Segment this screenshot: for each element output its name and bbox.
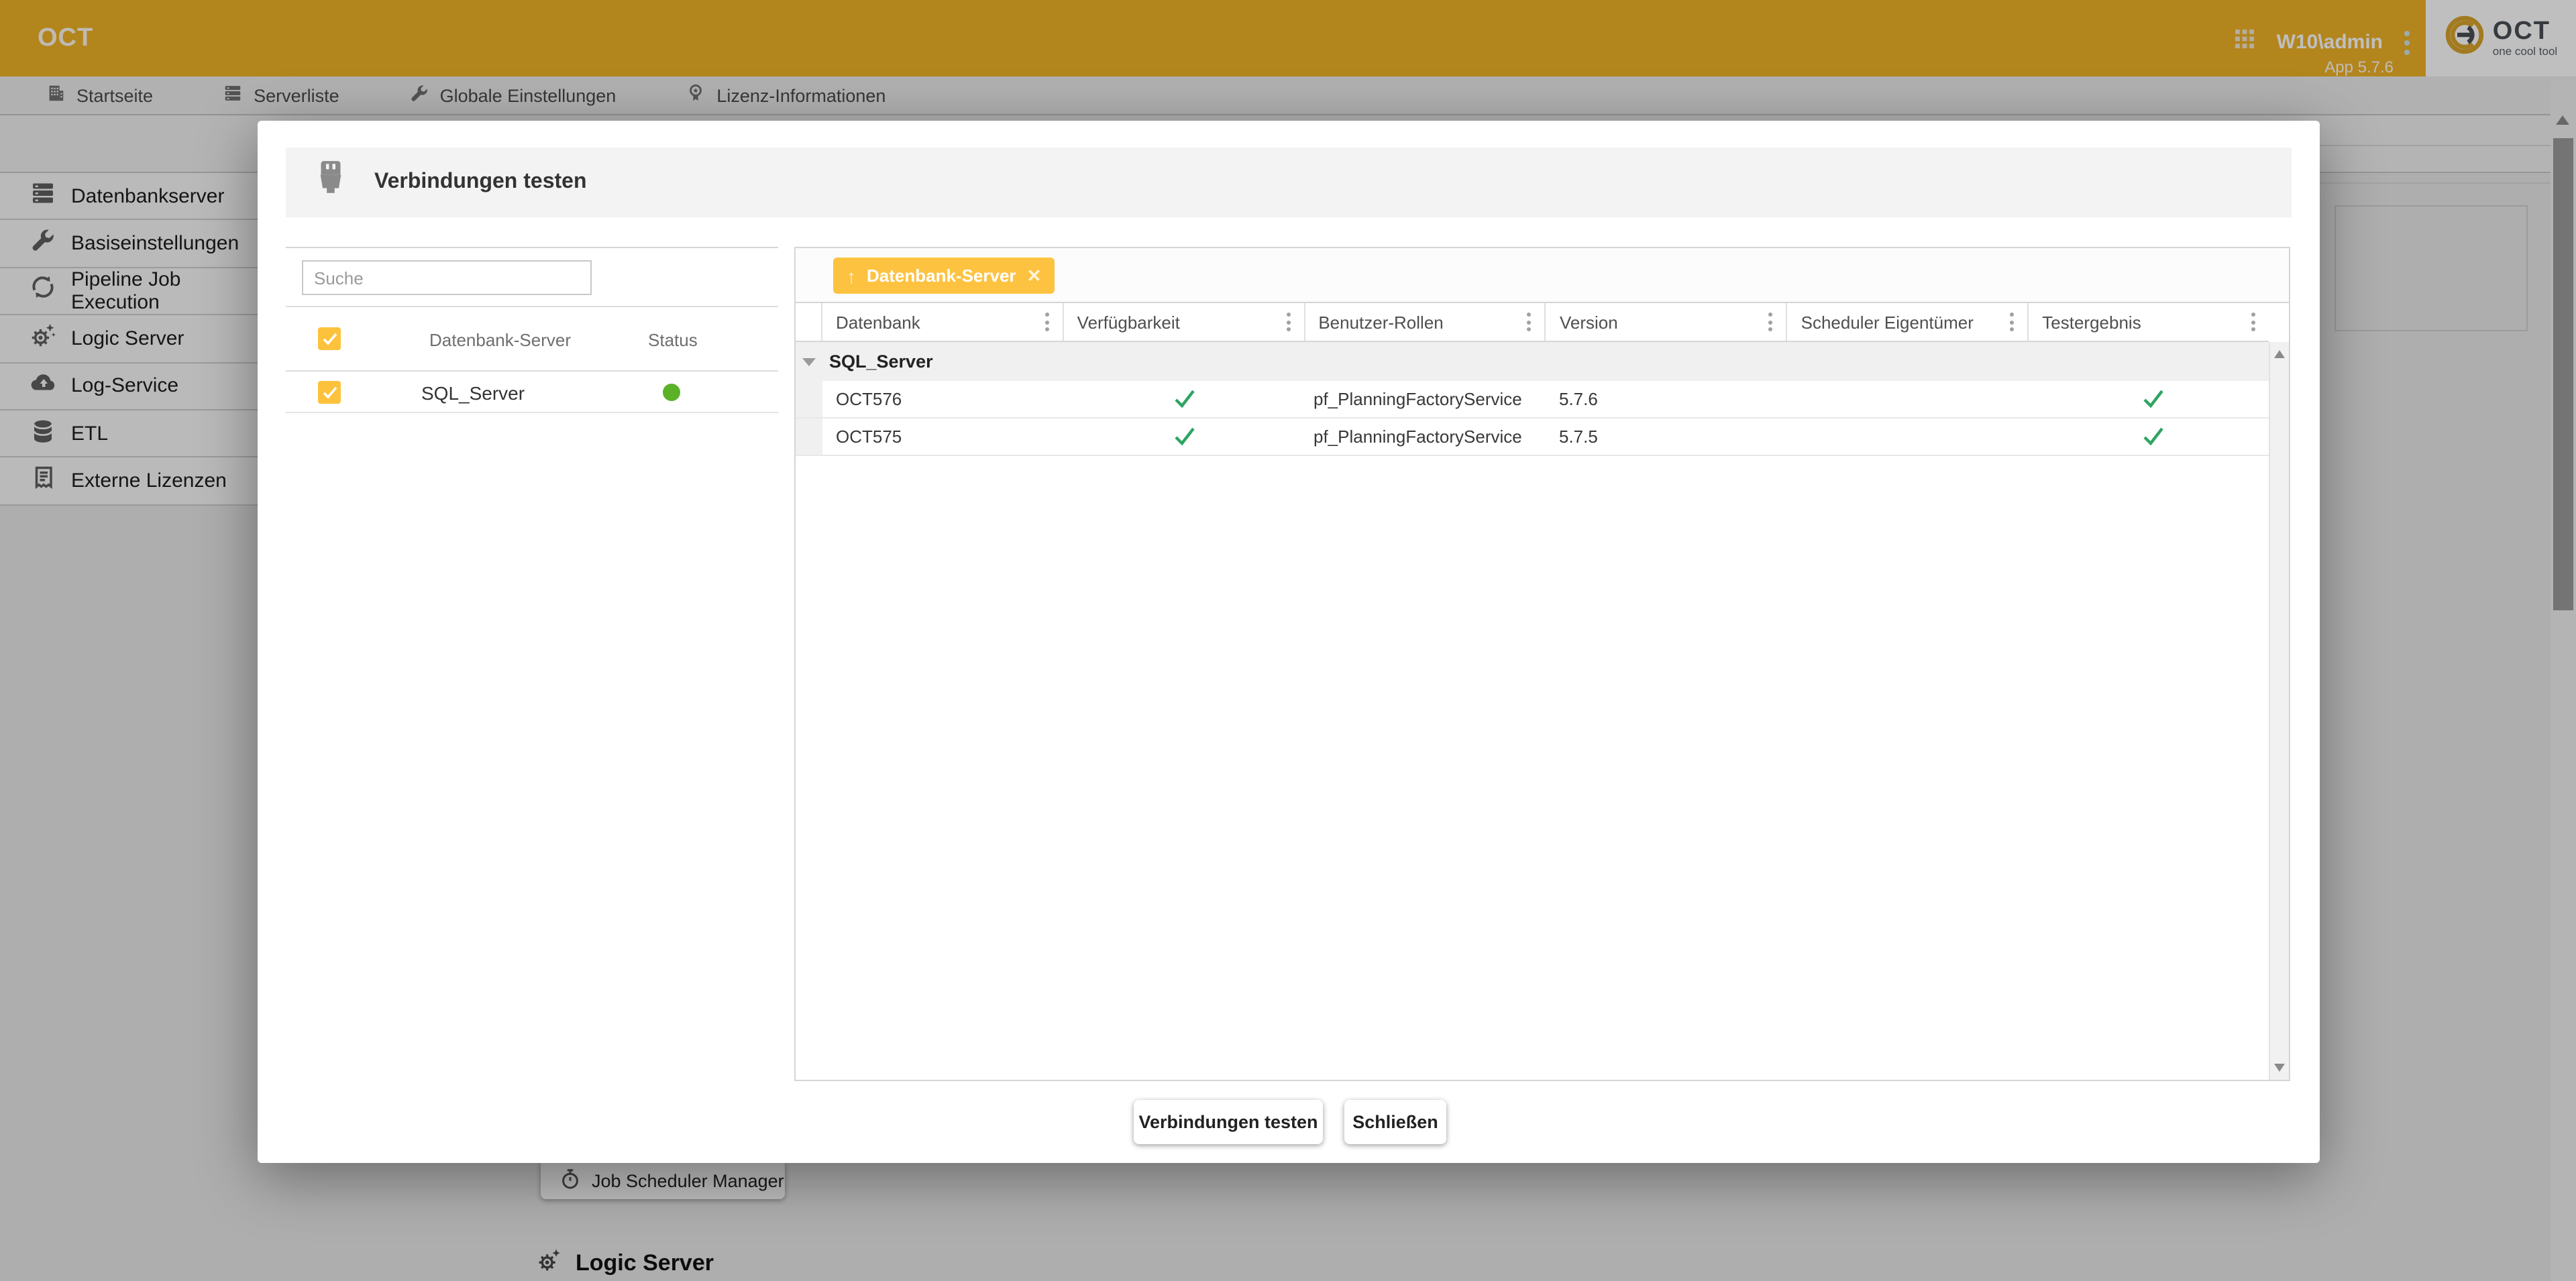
server-row-sql-server[interactable]: SQL_Server xyxy=(286,373,778,413)
test-result-check-icon xyxy=(2037,419,2269,455)
grid-row-oct576[interactable]: OCT576 pf_PlanningFactoryService 5.7.6 xyxy=(796,381,2269,419)
dialog-header: Verbindungen testen xyxy=(286,148,2292,217)
column-version: Version xyxy=(1546,303,1788,341)
test-result-check-icon xyxy=(2037,381,2269,417)
test-connections-button[interactable]: Verbindungen testen xyxy=(1134,1100,1323,1144)
status-online-indicator xyxy=(663,384,680,401)
availability-check-icon xyxy=(1068,419,1300,455)
dialog-title: Verbindungen testen xyxy=(374,170,587,194)
column-benutzer-rollen: Benutzer-Rollen xyxy=(1305,303,1546,341)
grid-row-oct575[interactable]: OCT575 pf_PlanningFactoryService 5.7.5 xyxy=(796,419,2269,456)
grid-header: Datenbank Verfügbarkeit Benutzer-Rollen … xyxy=(796,303,2269,342)
column-datenbank: Datenbank xyxy=(822,303,1064,341)
column-menu-icon[interactable] xyxy=(1525,309,1534,335)
column-menu-icon[interactable] xyxy=(1766,309,1776,335)
column-menu-icon[interactable] xyxy=(2249,309,2258,335)
scroll-up-icon[interactable] xyxy=(2274,350,2285,358)
column-scheduler-eigentuemer: Scheduler Eigentümer xyxy=(1788,303,2029,341)
column-menu-icon[interactable] xyxy=(2007,309,2017,335)
test-connections-dialog: Verbindungen testen Datenbank-Server Sta… xyxy=(258,121,2320,1163)
column-menu-icon[interactable] xyxy=(1042,309,1052,335)
search-input[interactable] xyxy=(302,260,592,295)
group-by-bar: ↑ Datenbank-Server ✕ xyxy=(796,248,2289,303)
server-list-panel: Datenbank-Server Status SQL_Server xyxy=(286,247,778,1077)
grid-scrollbar[interactable] xyxy=(2269,342,2289,1080)
column-verfuegbarkeit: Verfügbarkeit xyxy=(1064,303,1305,341)
server-list-header: Datenbank-Server Status xyxy=(286,306,778,372)
column-testergebnis: Testergebnis xyxy=(2029,303,2269,341)
sort-asc-icon[interactable]: ↑ xyxy=(847,265,856,286)
connections-grid: ↑ Datenbank-Server ✕ Datenbank Verfügbar… xyxy=(794,247,2290,1081)
remove-group-icon[interactable]: ✕ xyxy=(1027,265,1042,286)
group-row-sql-server[interactable]: SQL_Server xyxy=(796,342,2269,381)
app-root: OCT W10\admin App 5.7.6 OCT xyxy=(0,0,2576,1281)
column-header: Status xyxy=(648,330,698,350)
column-menu-icon[interactable] xyxy=(1283,309,1293,335)
row-checkbox[interactable] xyxy=(318,381,341,404)
select-all-checkbox[interactable] xyxy=(318,327,341,350)
close-button[interactable]: Schließen xyxy=(1344,1100,1446,1144)
scroll-down-icon[interactable] xyxy=(2274,1064,2285,1072)
column-header: Datenbank-Server xyxy=(429,330,571,350)
collapse-group-icon[interactable] xyxy=(802,357,816,366)
availability-check-icon xyxy=(1068,381,1300,417)
group-chip-datenbank-server[interactable]: ↑ Datenbank-Server ✕ xyxy=(833,258,1055,294)
plug-icon xyxy=(317,160,345,205)
